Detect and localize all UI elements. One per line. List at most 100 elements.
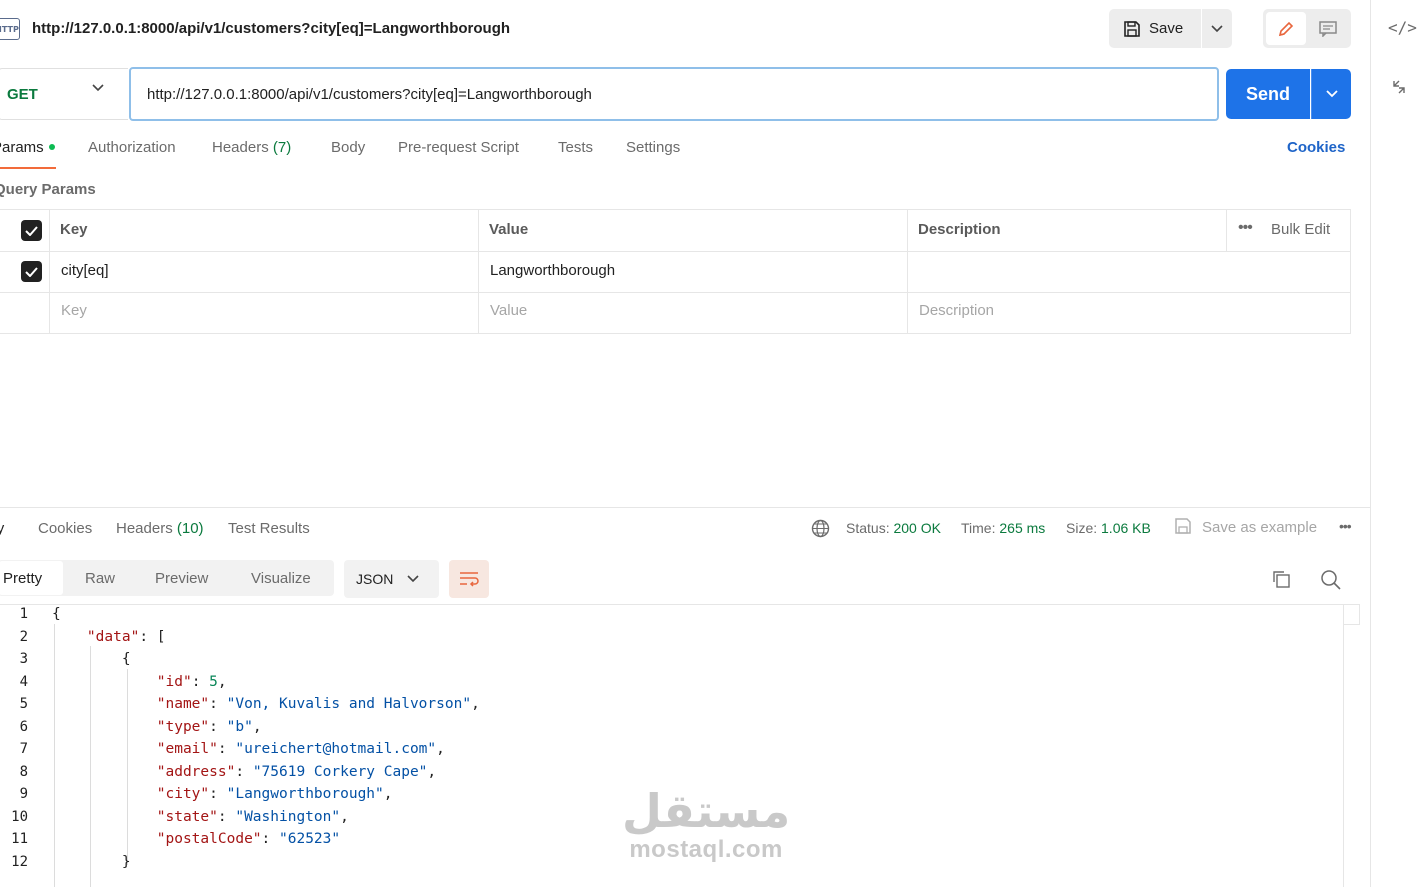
- tab-body[interactable]: Body: [331, 139, 365, 156]
- select-all-checkbox[interactable]: [21, 220, 42, 241]
- new-param-description-input[interactable]: Description: [919, 302, 994, 319]
- response-tab-headers[interactable]: Headers (10): [116, 520, 204, 537]
- json-key: "id": [156, 674, 192, 690]
- json-value: "Washington": [235, 809, 341, 825]
- status-value: 200 OK: [893, 520, 941, 536]
- table-divider: [0, 292, 1351, 293]
- format-visualize[interactable]: Visualize: [251, 560, 311, 596]
- tab-pre-request-script[interactable]: Pre-request Script: [398, 139, 519, 156]
- line-number: 5: [19, 696, 28, 712]
- wrap-lines-button[interactable]: [449, 560, 489, 598]
- response-tab-cookies[interactable]: Cookies: [38, 520, 92, 537]
- cookies-link[interactable]: Cookies: [1287, 139, 1345, 156]
- send-button[interactable]: Send: [1226, 69, 1310, 119]
- json-value: 5: [209, 674, 218, 690]
- url-input[interactable]: [129, 67, 1219, 121]
- response-time: Time: 265 ms: [961, 520, 1046, 536]
- line-number: 11: [11, 831, 28, 847]
- column-header-key: Key: [60, 221, 88, 238]
- line-number: 7: [19, 741, 28, 757]
- language-label: JSON: [356, 571, 394, 587]
- more-options-icon[interactable]: •••: [1339, 518, 1352, 534]
- save-icon: [1175, 518, 1191, 534]
- request-title[interactable]: http://127.0.0.1:8000/api/v1/customers?c…: [32, 20, 510, 37]
- format-raw[interactable]: Raw: [85, 560, 115, 596]
- bulk-edit-button[interactable]: Bulk Edit: [1271, 221, 1330, 238]
- tab-authorization[interactable]: Authorization: [88, 139, 176, 156]
- json-key: "postalCode": [156, 831, 262, 847]
- json-key: "email": [156, 741, 218, 757]
- chevron-down-icon: [92, 84, 104, 92]
- wrap-lines-icon: [460, 572, 479, 587]
- table-divider: [907, 209, 908, 334]
- edit-mode-button[interactable]: [1266, 12, 1306, 45]
- copy-icon[interactable]: [1271, 569, 1291, 589]
- json-value: "Langworthborough": [226, 786, 384, 802]
- query-params-table: [0, 209, 1351, 334]
- save-icon: [1124, 20, 1140, 37]
- method-select[interactable]: GET: [0, 68, 128, 120]
- more-options-icon[interactable]: •••: [1238, 219, 1253, 237]
- response-tab-body[interactable]: Body: [0, 520, 18, 537]
- line-number: 10: [11, 809, 28, 825]
- checkmark-icon: [25, 225, 38, 236]
- tab-headers[interactable]: Headers (7): [212, 139, 291, 156]
- send-options-button[interactable]: [1311, 69, 1351, 119]
- watermark-text: mostaql.com: [629, 836, 783, 863]
- json-key: "name": [156, 696, 210, 712]
- param-key-cell[interactable]: city[eq]: [61, 262, 109, 279]
- method-label: GET: [7, 85, 38, 103]
- tab-tests[interactable]: Tests: [558, 139, 593, 156]
- json-key: "data": [86, 629, 140, 645]
- search-icon[interactable]: [1320, 569, 1341, 590]
- language-select[interactable]: JSON: [344, 560, 439, 598]
- code-snippet-icon[interactable]: </>: [1388, 18, 1417, 37]
- column-header-description: Description: [918, 221, 1001, 238]
- line-number: 9: [19, 786, 28, 802]
- headers-count: (7): [272, 139, 292, 156]
- line-number: 4: [19, 674, 28, 690]
- new-param-value-input[interactable]: Value: [490, 302, 527, 319]
- pencil-icon: [1278, 21, 1294, 36]
- comments-mode-button[interactable]: [1308, 12, 1348, 45]
- json-value: "62523": [279, 831, 341, 847]
- json-value: "75619 Corkery Cape": [252, 764, 428, 780]
- save-button[interactable]: Save: [1109, 9, 1201, 48]
- right-sidebar: [1370, 0, 1418, 887]
- time-value: 265 ms: [999, 520, 1046, 536]
- line-number: 2: [19, 629, 28, 645]
- json-value: "ureichert@hotmail.com": [235, 741, 437, 757]
- tab-settings[interactable]: Settings: [626, 139, 680, 156]
- param-row-checkbox[interactable]: [21, 261, 42, 282]
- save-as-example-button[interactable]: Save as example: [1202, 519, 1317, 536]
- response-headers-count: (10): [176, 520, 204, 537]
- json-key: "state": [156, 809, 218, 825]
- params-active-dot: [48, 144, 55, 151]
- json-key: "city": [156, 786, 210, 802]
- format-pretty[interactable]: Pretty: [0, 560, 64, 596]
- tab-params[interactable]: Params: [0, 139, 55, 156]
- format-preview[interactable]: Preview: [155, 560, 208, 596]
- checkmark-icon: [25, 266, 38, 277]
- line-number: 3: [19, 651, 28, 667]
- table-divider: [1226, 209, 1227, 251]
- comment-icon: [1319, 20, 1337, 37]
- http-request-icon: HTTP: [0, 18, 20, 40]
- save-options-button[interactable]: [1202, 9, 1232, 48]
- new-param-key-input[interactable]: Key: [61, 302, 87, 319]
- size-value: 1.06 KB: [1101, 520, 1151, 536]
- response-size: Size: 1.06 KB: [1066, 520, 1151, 536]
- chevron-down-icon: [1325, 90, 1338, 98]
- table-divider: [49, 209, 50, 334]
- json-key: "type": [156, 719, 210, 735]
- response-tab-test-results[interactable]: Test Results: [228, 520, 310, 537]
- param-value-cell[interactable]: Langworthborough: [490, 262, 615, 279]
- globe-icon[interactable]: [811, 519, 830, 538]
- line-number: 6: [19, 719, 28, 735]
- table-divider: [0, 251, 1351, 252]
- chevron-down-icon: [1211, 24, 1223, 32]
- collapse-icon[interactable]: [1392, 78, 1406, 101]
- line-number: 8: [19, 764, 28, 780]
- line-number: 1: [19, 606, 28, 622]
- line-number: 12: [11, 854, 28, 870]
